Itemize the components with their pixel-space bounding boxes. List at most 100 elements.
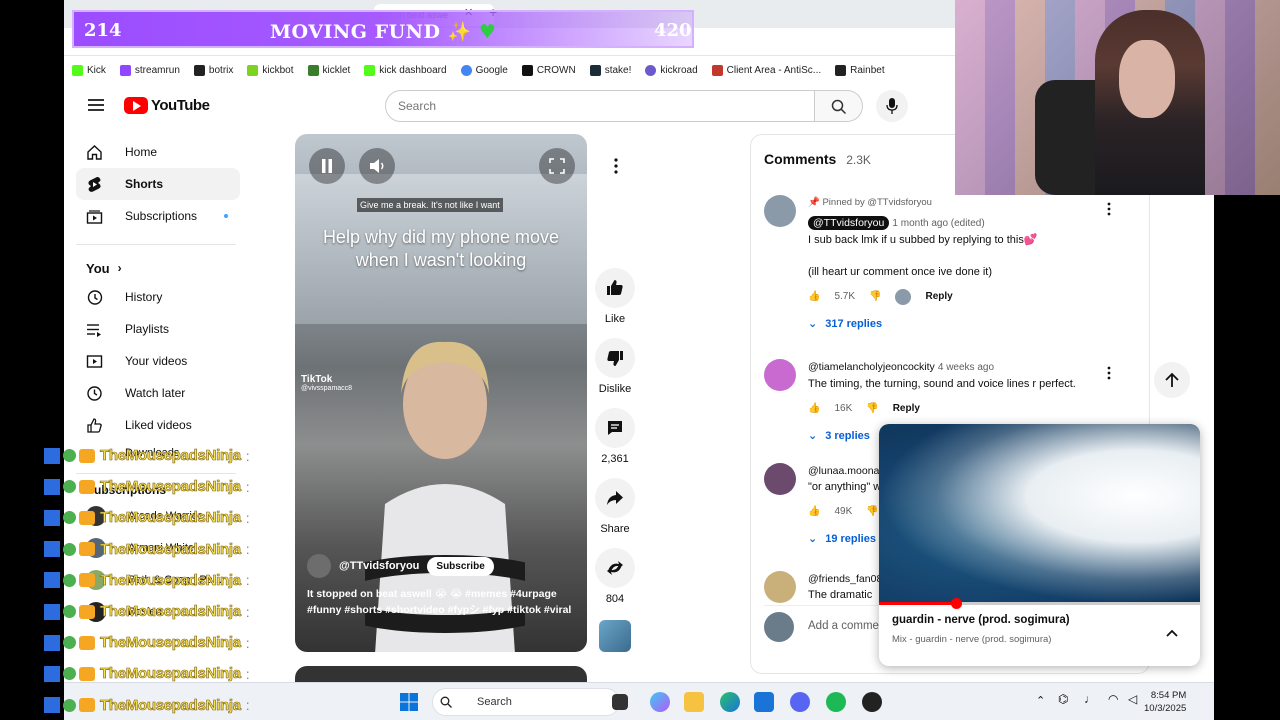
avatar[interactable] bbox=[764, 359, 796, 391]
view-replies-button[interactable]: ⌄ 317 replies bbox=[808, 316, 1128, 332]
chevron-up-icon[interactable]: ⌃ bbox=[1036, 694, 1045, 707]
channel-avatar[interactable] bbox=[307, 554, 331, 578]
comment-text: The timing, the turning, sound and voice… bbox=[808, 378, 1076, 390]
bookmark-kick-dashboard[interactable]: kick dashboard bbox=[364, 64, 447, 76]
bookmark-botrix[interactable]: botrix bbox=[193, 64, 233, 76]
chat-username: TheMousepadsNinja bbox=[100, 571, 242, 590]
comment-dislike-icon[interactable]: 👎 bbox=[866, 504, 878, 520]
comment-dislike-icon[interactable]: 👎 bbox=[869, 289, 881, 305]
discord-icon[interactable] bbox=[790, 692, 810, 712]
like-button[interactable]: Like bbox=[592, 268, 638, 325]
pause-button[interactable] bbox=[309, 148, 345, 184]
comment-like-icon[interactable]: 👍 bbox=[808, 401, 820, 417]
search-icon bbox=[831, 99, 847, 115]
system-clock[interactable]: 8:54 PM 10/3/2025 bbox=[1144, 689, 1186, 715]
dislike-button[interactable]: Dislike bbox=[592, 338, 638, 395]
bookmark-kickroad[interactable]: kickroad bbox=[645, 64, 698, 76]
fullscreen-button[interactable] bbox=[539, 148, 575, 184]
comment-author[interactable]: @TTvidsforyou bbox=[808, 216, 890, 230]
youtube-logo[interactable]: YouTube bbox=[124, 97, 210, 114]
comment-like-icon[interactable]: 👍 bbox=[808, 289, 820, 305]
sidebar-item-liked-videos[interactable]: Liked videos bbox=[76, 409, 240, 441]
chevron-up-icon[interactable] bbox=[1165, 628, 1179, 638]
comment-dislike-icon[interactable]: 👎 bbox=[866, 401, 878, 417]
channel-row: @TTvidsforyou Subscribe bbox=[307, 554, 494, 578]
edge-icon[interactable] bbox=[720, 692, 740, 712]
comment-like-icon[interactable]: 👍 bbox=[808, 504, 820, 520]
bookmark-rainbet[interactable]: Rainbet bbox=[835, 64, 885, 76]
comment-author[interactable]: @lunaa.moona bbox=[808, 465, 879, 477]
search-input[interactable]: Search bbox=[385, 90, 815, 122]
sidebar-item-subscriptions[interactable]: Subscriptions bbox=[76, 200, 240, 232]
video-headline-text: Help why did my phone move when I wasn't… bbox=[322, 227, 560, 270]
watermark-text: TikTok bbox=[301, 374, 333, 385]
remix-button[interactable]: 804 bbox=[592, 548, 638, 605]
store-icon[interactable] bbox=[754, 692, 774, 712]
comment-menu-icon[interactable] bbox=[1106, 365, 1112, 381]
comment-likes: 5.7K bbox=[834, 291, 856, 302]
music-miniplayer[interactable]: guardin - nerve (prod. sogimura) Mix - g… bbox=[879, 424, 1200, 666]
chat-separator: : bbox=[245, 572, 250, 589]
your-videos-icon bbox=[86, 354, 103, 368]
bookmark-google[interactable]: Google bbox=[460, 64, 508, 76]
obs-icon[interactable] bbox=[862, 692, 882, 712]
comment-author[interactable]: @tiamelancholyjeoncockity bbox=[808, 361, 935, 373]
short-video-player[interactable]: Give me a break. It's not like I want He… bbox=[295, 134, 587, 652]
sidebar-item-your-videos[interactable]: Your videos bbox=[76, 345, 240, 377]
sidebar-you-header[interactable]: You › bbox=[76, 255, 240, 281]
share-button[interactable]: Share bbox=[592, 478, 638, 535]
avatar[interactable] bbox=[764, 571, 796, 603]
chat-message: TheMousepadsNinja: bbox=[44, 440, 304, 471]
comments-button[interactable]: 2,361 bbox=[592, 408, 638, 465]
sidebar-item-home[interactable]: Home bbox=[76, 136, 240, 168]
bookmark-crown[interactable]: CROWN bbox=[521, 64, 576, 76]
clock-date: 10/3/2025 bbox=[1144, 703, 1187, 714]
reply-button[interactable]: Reply bbox=[893, 401, 920, 417]
volume-icon[interactable]: ◁ bbox=[1128, 692, 1137, 706]
bookmark-stake[interactable]: stake! bbox=[589, 64, 631, 76]
network-icon[interactable]: ⌬ bbox=[1058, 692, 1068, 706]
bookmark-kickbot[interactable]: kickbot bbox=[247, 64, 294, 76]
sidebar-item-watch-later[interactable]: Watch later bbox=[76, 377, 240, 409]
avatar[interactable] bbox=[764, 463, 796, 495]
pause-icon bbox=[322, 159, 332, 173]
previous-short-button[interactable] bbox=[1154, 362, 1190, 398]
avatar[interactable] bbox=[764, 195, 796, 227]
bookmark-client-area[interactable]: Client Area - AntiSc... bbox=[711, 64, 821, 76]
comment-menu-icon[interactable] bbox=[1106, 201, 1112, 217]
spotify-icon[interactable] bbox=[826, 692, 846, 712]
more-options-icon[interactable] bbox=[606, 156, 626, 176]
channel-name[interactable]: @TTvidsforyou bbox=[339, 560, 419, 572]
audio-thumbnail[interactable] bbox=[599, 620, 631, 652]
comment-time[interactable]: 4 weeks ago bbox=[938, 362, 994, 373]
copilot-icon[interactable] bbox=[650, 692, 670, 712]
bookmark-kicklet[interactable]: kicklet bbox=[307, 64, 350, 76]
subscribe-button[interactable]: Subscribe bbox=[427, 556, 494, 576]
sidebar-item-shorts[interactable]: Shorts bbox=[76, 168, 240, 200]
task-view-icon[interactable] bbox=[612, 694, 628, 710]
file-explorer-icon[interactable] bbox=[684, 692, 704, 712]
windows-start-icon[interactable] bbox=[400, 693, 418, 711]
progress-knob[interactable] bbox=[951, 598, 963, 609]
miniplayer-progress-bar[interactable] bbox=[879, 598, 1200, 609]
menu-icon[interactable] bbox=[88, 99, 104, 111]
bookmark-kick[interactable]: Kick bbox=[72, 64, 106, 76]
reply-button[interactable]: Reply bbox=[925, 289, 952, 305]
comment-author[interactable]: @friends_fan08 bbox=[808, 573, 882, 585]
subscriber-badge-icon bbox=[63, 698, 76, 712]
voice-search-button[interactable] bbox=[876, 90, 908, 122]
taskbar-search[interactable]: Search bbox=[432, 688, 620, 716]
volume-button[interactable] bbox=[359, 148, 395, 184]
wifi-icon[interactable]: ◠ bbox=[1108, 692, 1118, 706]
sidebar-item-playlists[interactable]: Playlists bbox=[76, 313, 240, 345]
microphone-icon[interactable]: ♩ bbox=[1084, 692, 1096, 706]
bookmark-streamrun[interactable]: streamrun bbox=[119, 64, 180, 76]
youtube-play-icon bbox=[124, 97, 148, 114]
search-button[interactable] bbox=[815, 90, 863, 122]
sidebar-item-history[interactable]: History bbox=[76, 281, 240, 313]
video-description[interactable]: It stopped on beat aswell 😭 😭 #memes #4u… bbox=[307, 586, 577, 618]
comment-time[interactable]: 1 month ago (edited) bbox=[892, 218, 984, 229]
comment-likes: 16K bbox=[834, 403, 853, 414]
chat-username: TheMousepadsNinja bbox=[100, 509, 242, 527]
sidebar-item-label: Shorts bbox=[125, 177, 164, 191]
